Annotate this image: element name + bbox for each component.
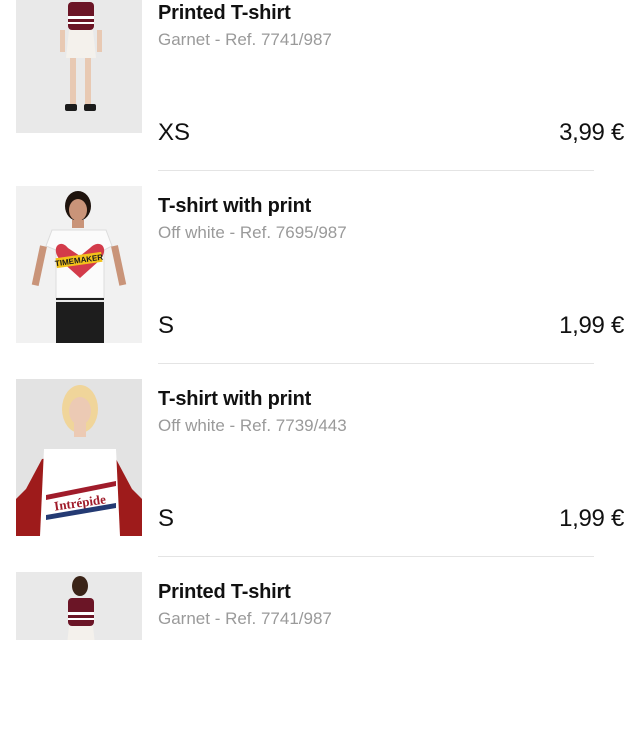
product-image[interactable]: Intrépide: [16, 379, 142, 536]
product-price: 1,99 €: [559, 505, 624, 532]
cart-item[interactable]: Printed T-shirt Garnet - Ref. 7741/987: [0, 555, 640, 748]
product-name[interactable]: Printed T-shirt: [158, 2, 291, 25]
product-size: S: [158, 505, 175, 532]
cart-item[interactable]: TIMEMAKER T-shirt with print Off white -…: [0, 169, 640, 364]
product-color-ref: Garnet - Ref. 7741/987: [158, 609, 332, 628]
product-image[interactable]: [16, 572, 142, 640]
product-image[interactable]: [16, 0, 142, 133]
product-color-ref: Garnet - Ref. 7741/987: [158, 30, 332, 49]
product-price: 1,99 €: [559, 312, 624, 339]
product-name[interactable]: T-shirt with print: [158, 195, 311, 218]
product-size: XS: [158, 119, 191, 146]
product-image[interactable]: TIMEMAKER: [16, 186, 142, 343]
product-color-ref: Off white - Ref. 7695/987: [158, 223, 347, 242]
product-color-ref: Off white - Ref. 7739/443: [158, 416, 347, 435]
product-price: 3,99 €: [559, 119, 624, 146]
cart-item[interactable]: Printed T-shirt Garnet - Ref. 7741/987 X…: [0, 0, 640, 171]
product-name[interactable]: Printed T-shirt: [158, 581, 291, 604]
product-size: S: [158, 312, 175, 339]
product-name[interactable]: T-shirt with print: [158, 388, 311, 411]
cart-item[interactable]: Intrépide T-shirt with print Off white -…: [0, 362, 640, 557]
